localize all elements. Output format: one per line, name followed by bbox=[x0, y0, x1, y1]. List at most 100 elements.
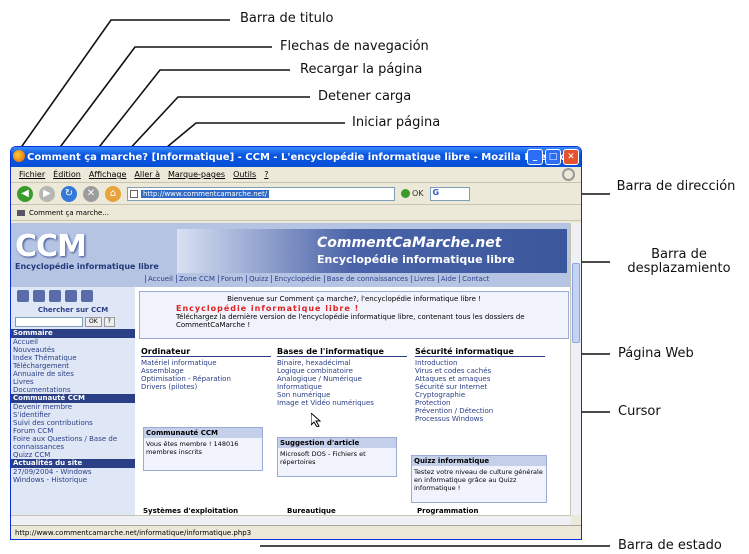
list-item[interactable]: Attaques et arnaques bbox=[415, 375, 545, 383]
sidebar-item[interactable]: Livres bbox=[11, 378, 135, 386]
list-item[interactable]: Assemblage bbox=[141, 367, 271, 375]
column-heading: Bases de l'informatique bbox=[277, 347, 407, 357]
welcome-text: Bienvenue sur Comment ça marche?, l'ency… bbox=[227, 295, 481, 303]
menu-help[interactable]: ? bbox=[264, 170, 268, 179]
tab-livres[interactable]: Livres bbox=[411, 275, 435, 283]
tab-encyclopedie[interactable]: Encyclopédie bbox=[271, 275, 321, 283]
page-favicon bbox=[130, 189, 138, 198]
tab-contact[interactable]: Contact bbox=[459, 275, 489, 283]
menu-outils[interactable]: Outils bbox=[233, 170, 256, 179]
sidebar-item[interactable]: 27/09/2004 - Windows bbox=[11, 468, 135, 476]
menu-fichier[interactable]: Fichier bbox=[19, 170, 45, 179]
tab-quizz[interactable]: Quizz bbox=[246, 275, 268, 283]
tab-accueil[interactable]: Accueil bbox=[145, 275, 173, 283]
screen-icon[interactable] bbox=[33, 290, 45, 302]
column-ordinateur: Ordinateur Matériel informatique Assembl… bbox=[141, 347, 271, 391]
sidebar-item[interactable]: Suivi des contributions bbox=[11, 419, 135, 427]
menu-aller[interactable]: Aller à bbox=[134, 170, 160, 179]
search-engine-box[interactable]: G bbox=[429, 186, 470, 201]
list-item[interactable]: Prévention / Détection bbox=[415, 407, 545, 415]
search-title: Chercher sur CCM bbox=[37, 306, 109, 314]
list-item[interactable]: Analogique / Numérique bbox=[277, 375, 407, 383]
sidebar-item[interactable]: Quizz CCM bbox=[11, 451, 135, 459]
list-item[interactable]: Informatique bbox=[277, 383, 407, 391]
back-arrow-icon[interactable]: ◀ bbox=[17, 185, 33, 202]
menu-marque-pages[interactable]: Marque-pages bbox=[168, 170, 225, 179]
banner-title: CommentCaMarche.net bbox=[317, 235, 502, 251]
tab-aide[interactable]: Aide bbox=[437, 275, 456, 283]
site-tabs: Accueil Zone CCM Forum Quizz Encyclopédi… bbox=[145, 275, 489, 283]
sidebar-item[interactable]: Windows - Historique bbox=[11, 476, 135, 484]
box-link[interactable]: Microsoft DOS - Fichiers et répertoires bbox=[278, 448, 396, 468]
search-input[interactable] bbox=[15, 317, 83, 327]
vertical-scrollbar[interactable] bbox=[570, 223, 581, 515]
minimize-button[interactable]: _ bbox=[527, 149, 543, 165]
sidebar: Chercher sur CCM OK ? Sommaire Accueil N… bbox=[11, 287, 135, 515]
sidebar-item[interactable]: S'identifier bbox=[11, 411, 135, 419]
menu-edition[interactable]: Édition bbox=[53, 170, 81, 179]
list-item[interactable]: Introduction bbox=[415, 359, 545, 367]
list-item[interactable]: Binaire, hexadécimal bbox=[277, 359, 407, 367]
section-heading: Programmation bbox=[417, 507, 479, 515]
list-item[interactable]: Protection bbox=[415, 399, 545, 407]
list-item[interactable]: Matériel informatique bbox=[141, 359, 271, 367]
annotation-web-page: Página Web bbox=[618, 346, 694, 361]
sidebar-item[interactable]: Annuaire de sites bbox=[11, 370, 135, 378]
welcome-red-title[interactable]: Encyclopédie informatique libre ! bbox=[176, 304, 568, 313]
list-item[interactable]: Processus Windows bbox=[415, 415, 545, 423]
cursor-icon bbox=[311, 413, 321, 427]
menu-affichage[interactable]: Affichage bbox=[89, 170, 127, 179]
tab-forum[interactable]: Forum bbox=[217, 275, 243, 283]
status-bar: http://www.commentcamarche.net/informati… bbox=[11, 525, 581, 539]
user-icon[interactable] bbox=[81, 290, 93, 302]
sidebar-item[interactable]: Nouveautés bbox=[11, 346, 135, 354]
go-button[interactable]: OK bbox=[401, 189, 424, 198]
box-text: Testez votre niveau de culture générale … bbox=[414, 468, 543, 492]
sidebar-item[interactable]: Index Thématique bbox=[11, 354, 135, 362]
annotation-home: Iniciar página bbox=[352, 115, 441, 130]
tab-base[interactable]: Base de connaissances bbox=[323, 275, 408, 283]
close-button[interactable]: ✕ bbox=[563, 149, 579, 165]
search-help-button[interactable]: ? bbox=[103, 317, 115, 327]
maximize-button[interactable]: □ bbox=[545, 149, 561, 165]
search-ok-button[interactable]: OK bbox=[85, 317, 102, 327]
list-item[interactable]: Sécurité sur Internet bbox=[415, 383, 545, 391]
list-item[interactable]: Cryptographie bbox=[415, 391, 545, 399]
print-icon[interactable] bbox=[65, 290, 77, 302]
tab-zone-ccm[interactable]: Zone CCM bbox=[176, 275, 215, 283]
browser-window: Comment ça marche? [Informatique] - CCM … bbox=[10, 146, 582, 540]
communaute-box: Communauté CCM Vous êtes membre ! 148016… bbox=[143, 427, 263, 471]
bookmark-item[interactable]: Comment ça marche... bbox=[29, 209, 109, 217]
home-icon[interactable]: ⌂ bbox=[105, 185, 121, 202]
bookmark-icon bbox=[17, 209, 25, 216]
sidebar-item[interactable]: Téléchargement bbox=[11, 362, 135, 370]
sidebar-item[interactable]: Foire aux Questions / Base de connaissan… bbox=[11, 435, 135, 451]
stop-icon[interactable]: ✕ bbox=[83, 185, 99, 202]
window-title: Comment ça marche? [Informatique] - CCM … bbox=[27, 151, 565, 163]
list-item[interactable]: Son numérique bbox=[277, 391, 407, 399]
sidebar-item[interactable]: Accueil bbox=[11, 338, 135, 346]
scrollbar-thumb[interactable] bbox=[572, 263, 580, 343]
ccm-logo[interactable]: CCM bbox=[15, 229, 87, 264]
annotation-cursor: Cursor bbox=[618, 404, 661, 419]
list-item[interactable]: Logique combinatoire bbox=[277, 367, 407, 375]
box-heading: Suggestion d'article bbox=[278, 438, 396, 448]
sidebar-item[interactable]: Documentations bbox=[11, 386, 135, 394]
sidebar-item[interactable]: Forum CCM bbox=[11, 427, 135, 435]
welcome-box: Bienvenue sur Comment ça marche?, l'ency… bbox=[139, 291, 569, 339]
forward-arrow-icon[interactable]: ▶ bbox=[39, 185, 55, 202]
url-text: http://www.commentcamarche.net/ bbox=[141, 189, 270, 198]
box-text: Vous êtes membre ! 148016 membres inscri… bbox=[146, 440, 239, 456]
title-bar: Comment ça marche? [Informatique] - CCM … bbox=[11, 147, 581, 167]
list-item[interactable]: Virus et codes cachés bbox=[415, 367, 545, 375]
address-bar[interactable]: http://www.commentcamarche.net/ bbox=[127, 186, 395, 201]
sidebar-item[interactable]: Devenir membre bbox=[11, 403, 135, 411]
list-item[interactable]: Optimisation - Réparation bbox=[141, 375, 271, 383]
list-item[interactable]: Image et Vidéo numériques bbox=[277, 399, 407, 407]
list-item[interactable]: Drivers (pilotes) bbox=[141, 383, 271, 391]
list-icon[interactable] bbox=[49, 290, 61, 302]
section-heading: Systèmes d'exploitation bbox=[143, 507, 239, 515]
horizontal-scrollbar[interactable] bbox=[11, 515, 571, 525]
reload-icon[interactable]: ↻ bbox=[61, 185, 77, 202]
home-icon[interactable] bbox=[17, 290, 29, 302]
